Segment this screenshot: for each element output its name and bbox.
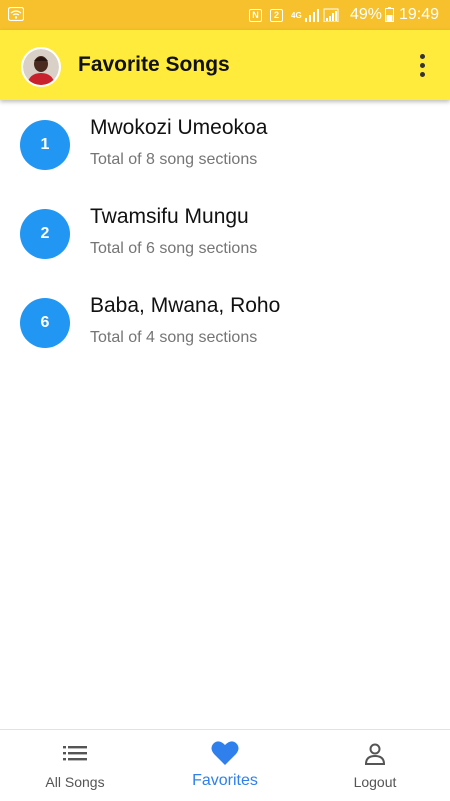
song-sections-count: Total of 6 song sections (90, 240, 258, 257)
user-avatar-icon (23, 49, 59, 85)
song-number-badge: 2 (20, 209, 70, 259)
song-sections-count: Total of 8 song sections (90, 151, 258, 168)
list-item[interactable]: 1 Mwokozi Umeokoa Total of 8 song sectio… (0, 100, 450, 189)
overflow-menu-icon[interactable] (412, 50, 432, 80)
sim-icon: 2 (270, 8, 283, 22)
avatar[interactable] (21, 47, 61, 87)
battery-percent: 49% (350, 6, 383, 23)
page-title: Favorite Songs (78, 53, 230, 76)
favorite-song-list: 1 Mwokozi Umeokoa Total of 8 song sectio… (0, 100, 450, 367)
song-number-badge: 1 (20, 120, 70, 170)
signal-icon-2 (323, 8, 339, 22)
nfc-icon: N (249, 8, 262, 22)
nav-favorites[interactable]: Favorites (150, 730, 300, 801)
song-title: Twamsifu Mungu (90, 205, 249, 228)
song-title: Mwokozi Umeokoa (90, 116, 268, 139)
song-sections-count: Total of 4 song sections (90, 329, 258, 346)
bottom-navigation: All Songs Favorites Logout (0, 729, 450, 801)
list-item[interactable]: 2 Twamsifu Mungu Total of 6 song section… (0, 189, 450, 278)
nav-all-songs[interactable]: All Songs (0, 730, 150, 801)
clock: 19:49 (399, 6, 440, 23)
nav-logout[interactable]: Logout (300, 730, 450, 801)
status-bar: N 2 4G 49% 19:49 (0, 0, 450, 30)
list-icon (63, 746, 87, 761)
heart-icon (211, 741, 239, 765)
network-type: 4G (291, 10, 302, 20)
battery-icon (385, 7, 394, 22)
app-bar: Favorite Songs (0, 30, 450, 100)
person-icon (364, 743, 386, 765)
song-title: Baba, Mwana, Roho (90, 294, 281, 317)
nav-label: Logout (353, 774, 397, 790)
signal-icon (304, 9, 319, 22)
list-item[interactable]: 6 Baba, Mwana, Roho Total of 4 song sect… (0, 278, 450, 367)
wifi-icon (8, 7, 24, 21)
nav-label: All Songs (45, 774, 105, 790)
nav-label: Favorites (192, 772, 258, 789)
song-number-badge: 6 (20, 298, 70, 348)
